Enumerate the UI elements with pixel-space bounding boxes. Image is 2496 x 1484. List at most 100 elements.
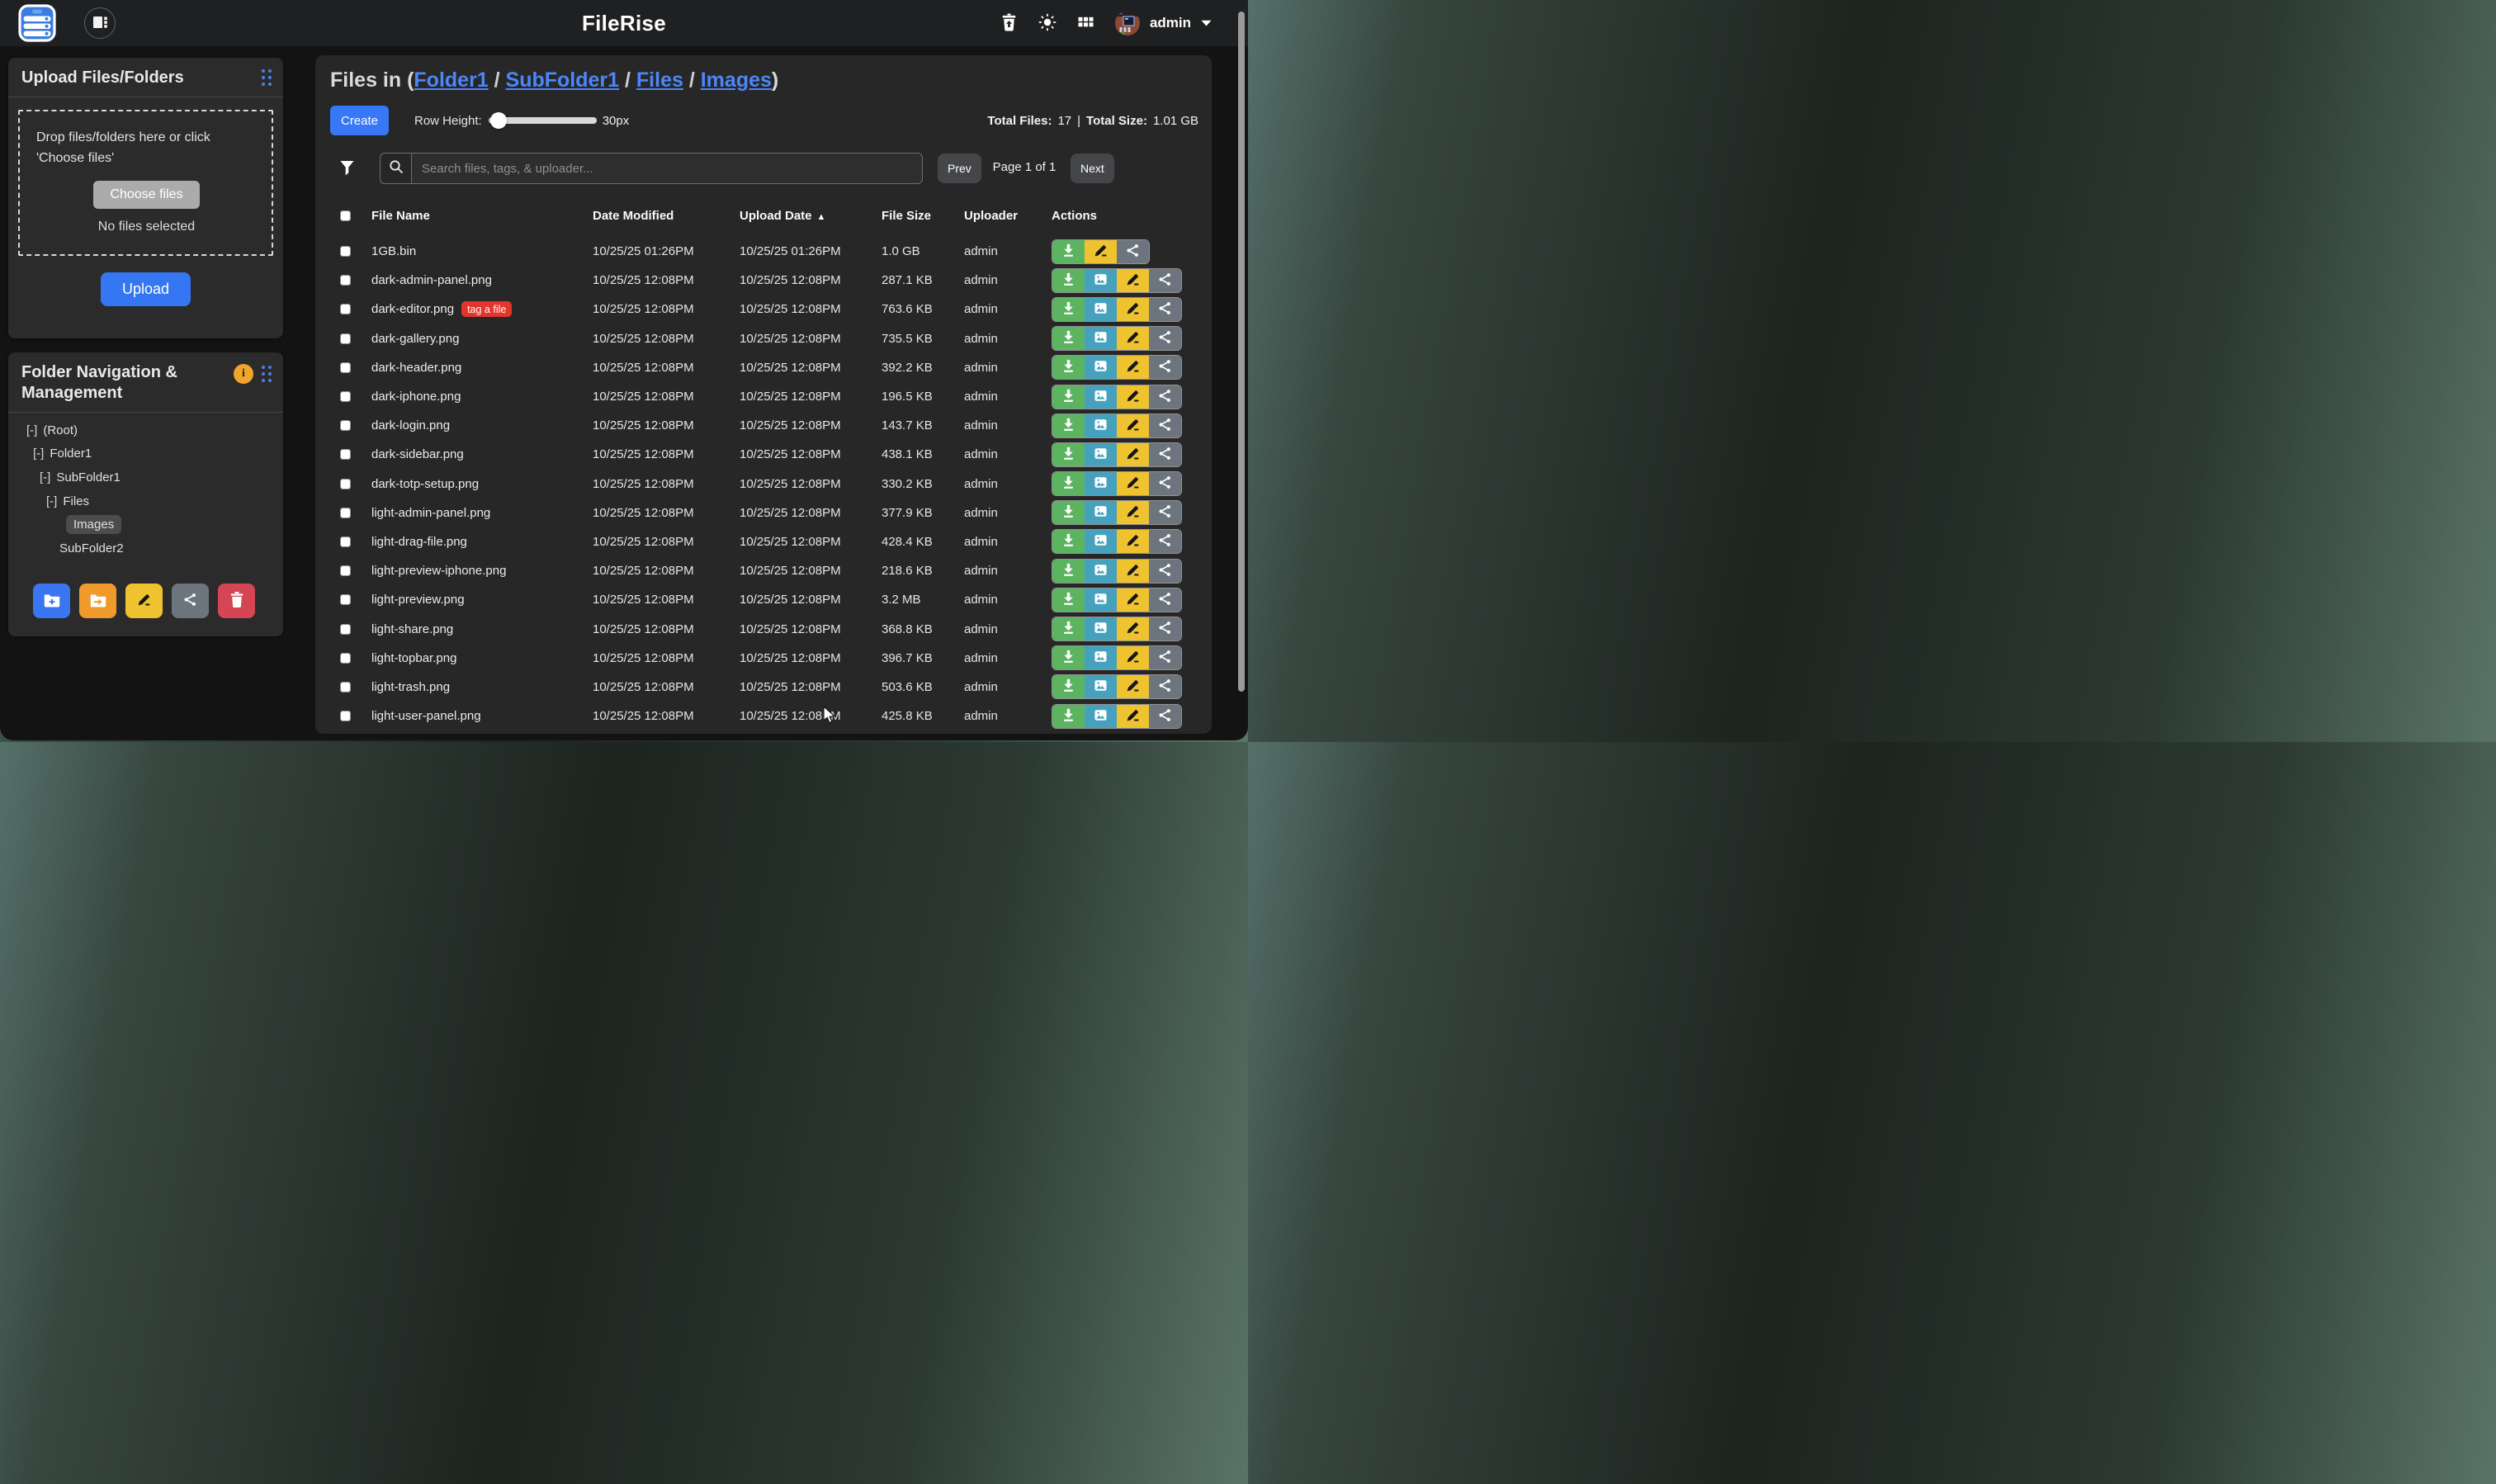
file-name[interactable]: light-topbar.png	[371, 651, 593, 665]
header-date-modified[interactable]: Date Modified	[593, 209, 740, 223]
file-name[interactable]: light-admin-panel.png	[371, 506, 593, 520]
create-folder-button[interactable]	[33, 584, 70, 618]
edit-button[interactable]	[1117, 414, 1149, 437]
download-button[interactable]	[1052, 675, 1085, 698]
file-name[interactable]: dark-gallery.png	[371, 332, 593, 346]
choose-files-button[interactable]: Choose files	[93, 181, 199, 209]
file-name[interactable]: dark-sidebar.png	[371, 447, 593, 461]
slider-thumb[interactable]	[490, 112, 507, 129]
share-button[interactable]	[1149, 560, 1181, 583]
edit-button[interactable]	[1117, 298, 1149, 321]
preview-button[interactable]	[1085, 385, 1117, 409]
file-name[interactable]: dark-iphone.png	[371, 390, 593, 404]
filerise-logo-icon[interactable]	[18, 4, 56, 42]
share-button[interactable]	[1149, 269, 1181, 292]
share-button[interactable]	[1149, 646, 1181, 669]
download-button[interactable]	[1052, 385, 1085, 409]
row-checkbox[interactable]	[340, 275, 351, 286]
row-checkbox[interactable]	[340, 391, 351, 402]
row-checkbox[interactable]	[340, 594, 351, 605]
filter-button[interactable]	[340, 160, 354, 179]
row-checkbox[interactable]	[340, 246, 351, 257]
row-checkbox[interactable]	[340, 711, 351, 721]
download-button[interactable]	[1052, 560, 1085, 583]
tree-item-folder1[interactable]: [-]Folder1	[8, 442, 283, 466]
preview-button[interactable]	[1085, 588, 1117, 612]
file-name[interactable]: light-drag-file.png	[371, 535, 593, 549]
row-checkbox[interactable]	[340, 449, 351, 460]
download-button[interactable]	[1052, 530, 1085, 553]
file-name[interactable]: light-user-panel.png	[371, 709, 593, 723]
row-height-slider[interactable]	[489, 112, 597, 129]
edit-button[interactable]	[1117, 617, 1149, 640]
prev-page-button[interactable]: Prev	[938, 154, 981, 183]
edit-button[interactable]	[1117, 530, 1149, 553]
share-button[interactable]	[1149, 356, 1181, 379]
share-button[interactable]	[1149, 705, 1181, 728]
tree-expander[interactable]: [-]	[26, 423, 37, 437]
theme-toggle-button[interactable]	[1038, 13, 1057, 34]
file-name[interactable]: light-share.png	[371, 622, 593, 636]
share-button[interactable]	[1149, 675, 1181, 698]
user-menu[interactable]: admin	[1115, 11, 1212, 35]
download-button[interactable]	[1052, 414, 1085, 437]
preview-button[interactable]	[1085, 443, 1117, 466]
create-button[interactable]: Create	[330, 106, 389, 135]
rename-folder-button[interactable]	[125, 584, 163, 618]
search-icon-segment[interactable]	[380, 153, 411, 184]
preview-button[interactable]	[1085, 327, 1117, 350]
file-name[interactable]: dark-admin-panel.png	[371, 273, 593, 287]
file-tag-badge[interactable]: tag a file	[461, 301, 512, 317]
share-folder-button[interactable]	[172, 584, 209, 618]
edit-button[interactable]	[1117, 588, 1149, 612]
row-checkbox[interactable]	[340, 653, 351, 664]
edit-button[interactable]	[1117, 472, 1149, 495]
page-scrollbar[interactable]	[1238, 12, 1245, 692]
tree-expander[interactable]: [-]	[46, 494, 57, 508]
edit-button[interactable]	[1117, 269, 1149, 292]
preview-button[interactable]	[1085, 269, 1117, 292]
tree-item-root[interactable]: [-](Root)	[8, 418, 283, 442]
edit-button[interactable]	[1117, 501, 1149, 524]
edit-button[interactable]	[1117, 705, 1149, 728]
preview-button[interactable]	[1085, 414, 1117, 437]
select-all-checkbox[interactable]	[340, 210, 351, 221]
preview-button[interactable]	[1085, 298, 1117, 321]
preview-button[interactable]	[1085, 705, 1117, 728]
share-button[interactable]	[1149, 588, 1181, 612]
tree-item-images[interactable]: Images	[8, 513, 283, 536]
file-name[interactable]: light-preview-iphone.png	[371, 564, 593, 578]
edit-button[interactable]	[1117, 327, 1149, 350]
tree-item-subfolder1[interactable]: [-]SubFolder1	[8, 466, 283, 489]
move-folder-button[interactable]	[79, 584, 116, 618]
share-button[interactable]	[1149, 472, 1181, 495]
header-uploader[interactable]: Uploader	[964, 209, 1052, 223]
edit-button[interactable]	[1117, 646, 1149, 669]
tree-expander[interactable]: [-]	[33, 447, 44, 461]
share-button[interactable]	[1149, 327, 1181, 350]
download-button[interactable]	[1052, 298, 1085, 321]
row-checkbox[interactable]	[340, 420, 351, 431]
row-checkbox[interactable]	[340, 682, 351, 692]
download-button[interactable]	[1052, 705, 1085, 728]
preview-button[interactable]	[1085, 356, 1117, 379]
download-button[interactable]	[1052, 356, 1085, 379]
edit-button[interactable]	[1117, 560, 1149, 583]
tree-item-files[interactable]: [-]Files	[8, 489, 283, 513]
preview-button[interactable]	[1085, 646, 1117, 669]
drag-handle-icon[interactable]	[262, 366, 272, 382]
trash-restore-button[interactable]	[1000, 13, 1018, 34]
file-name[interactable]: dark-editor.pngtag a file	[371, 301, 593, 317]
upload-dropzone[interactable]: Drop files/folders here or click 'Choose…	[18, 110, 273, 256]
drag-handle-icon[interactable]	[262, 69, 272, 86]
edit-button[interactable]	[1085, 240, 1117, 263]
toggle-sidebar-button[interactable]	[84, 7, 116, 39]
tree-item-subfolder2[interactable]: SubFolder2	[8, 536, 283, 560]
edit-button[interactable]	[1117, 675, 1149, 698]
preview-button[interactable]	[1085, 472, 1117, 495]
breadcrumb-link-folder1[interactable]: Folder1	[414, 69, 488, 92]
preview-button[interactable]	[1085, 675, 1117, 698]
row-checkbox[interactable]	[340, 362, 351, 373]
file-name[interactable]: dark-header.png	[371, 361, 593, 375]
download-button[interactable]	[1052, 327, 1085, 350]
